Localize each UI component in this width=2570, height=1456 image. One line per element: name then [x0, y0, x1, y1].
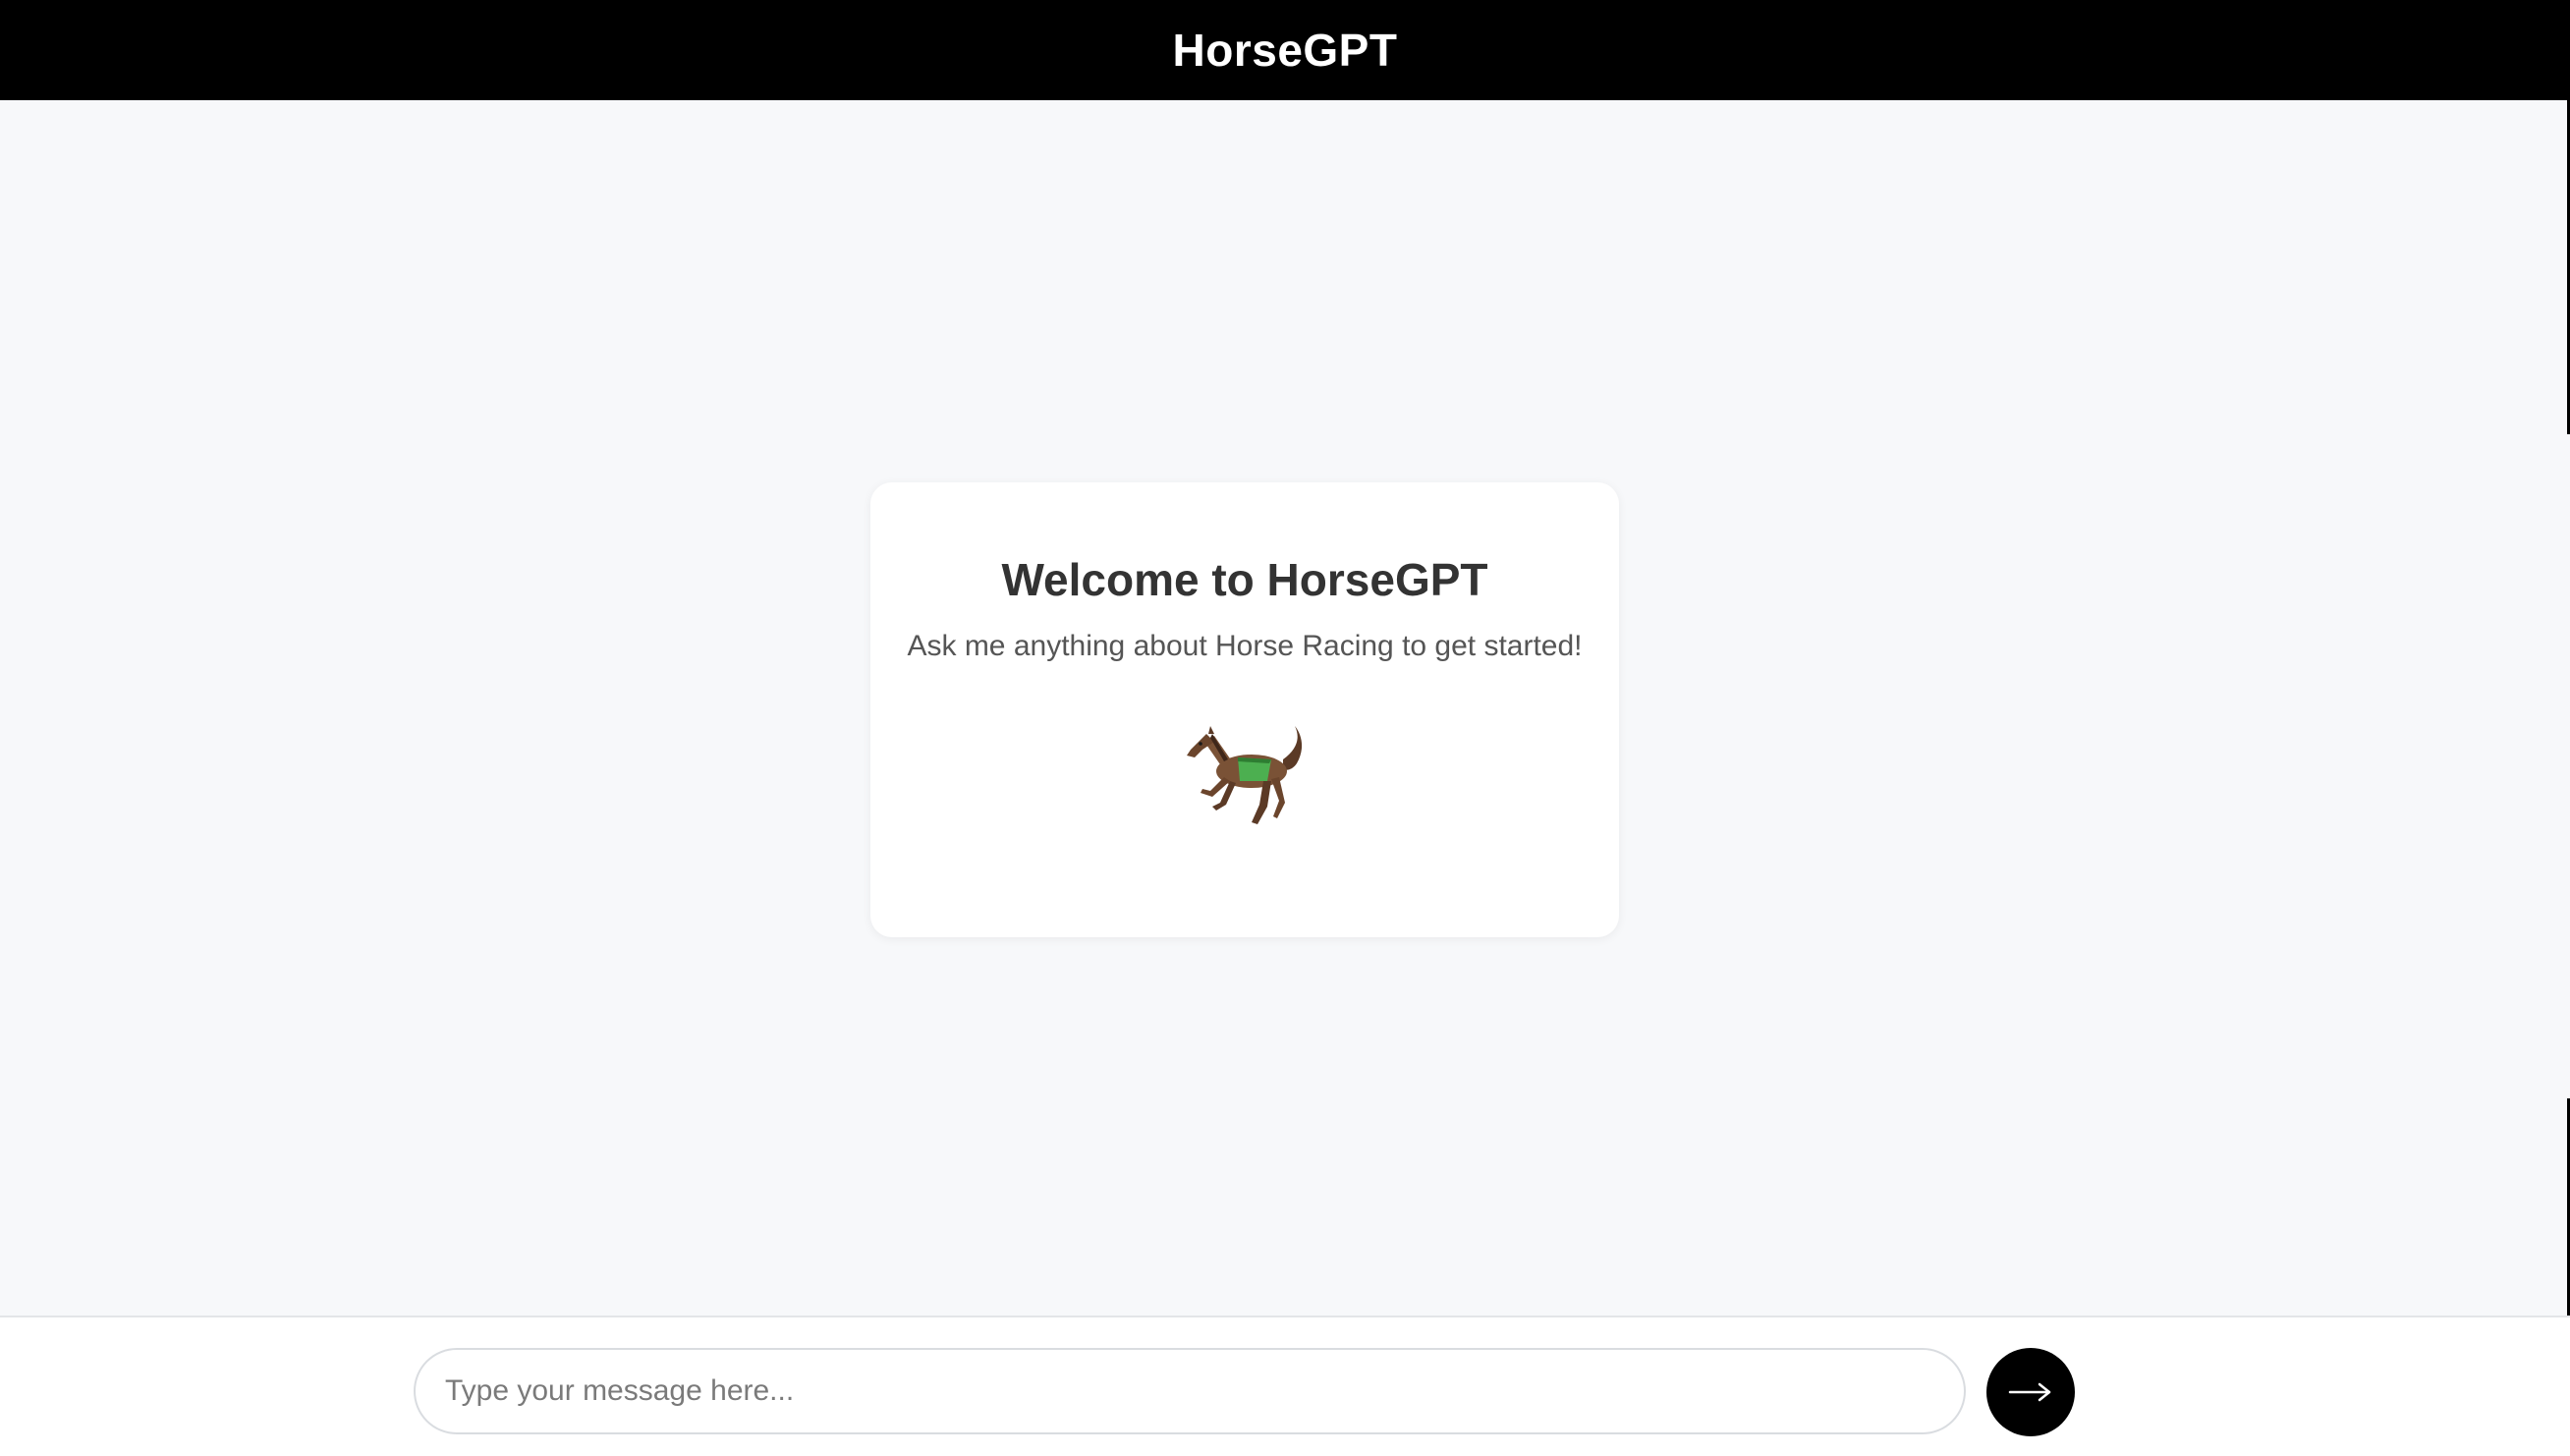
send-button[interactable] [1986, 1348, 2075, 1436]
top-bar: HorseGPT [0, 0, 2570, 100]
app-window: HorseGPT Welcome to HorseGPT Ask me anyt… [0, 0, 2570, 1456]
message-composer [0, 1316, 2570, 1456]
chat-area[interactable]: Welcome to HorseGPT Ask me anything abou… [0, 100, 2570, 1316]
message-input[interactable] [414, 1348, 1966, 1434]
app-title: HorseGPT [1172, 25, 1398, 76]
welcome-title: Welcome to HorseGPT [1001, 554, 1488, 605]
welcome-subtitle: Ask me anything about Horse Racing to ge… [907, 630, 1583, 662]
welcome-card: Welcome to HorseGPT Ask me anything abou… [870, 482, 1619, 937]
arrow-right-icon [2008, 1382, 2051, 1402]
racing-horse-icon [1181, 720, 1309, 830]
